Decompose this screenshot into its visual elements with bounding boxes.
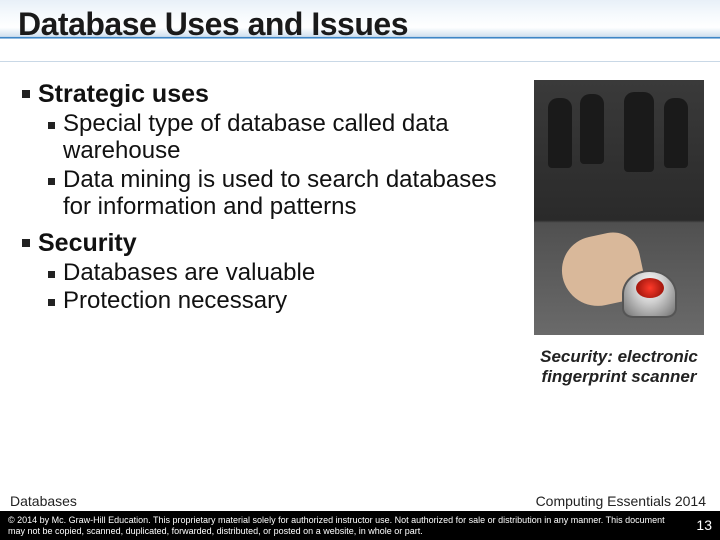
figure: Security: electronic fingerprint scanner xyxy=(534,80,704,493)
fingerprint-scanner-icon xyxy=(622,270,677,318)
figure-caption: Security: electronic fingerprint scanner xyxy=(534,347,704,388)
footer-bottom: © 2014 by Mc. Graw-Hill Education. This … xyxy=(0,511,720,540)
footer-top: Databases Computing Essentials 2014 xyxy=(0,493,720,511)
content-column: Strategic uses Special type of database … xyxy=(22,80,534,493)
heading-text: Strategic uses xyxy=(38,80,209,109)
slide: Database Uses and Issues Strategic uses … xyxy=(0,0,720,540)
bullet-icon xyxy=(48,271,55,278)
section-strategic: Strategic uses Special type of database … xyxy=(22,80,526,221)
footer-right: Computing Essentials 2014 xyxy=(536,493,706,509)
bullet-icon xyxy=(48,178,55,185)
list-item: Data mining is used to search databases … xyxy=(48,167,526,221)
title-bar: Database Uses and Issues xyxy=(0,0,720,62)
list-item: Protection necessary xyxy=(48,288,526,315)
copyright-text: © 2014 by Mc. Graw-Hill Education. This … xyxy=(8,515,665,535)
item-text: Special type of database called data war… xyxy=(63,111,526,165)
list-item: Databases are valuable xyxy=(48,260,526,287)
bullet-icon xyxy=(48,299,55,306)
item-text: Data mining is used to search databases … xyxy=(63,167,526,221)
item-text: Databases are valuable xyxy=(63,260,315,287)
person-silhouette xyxy=(664,98,688,168)
section-heading: Strategic uses xyxy=(22,80,526,109)
slide-title: Database Uses and Issues xyxy=(18,6,702,43)
footer-left: Databases xyxy=(10,493,77,509)
slide-body: Strategic uses Special type of database … xyxy=(0,62,720,493)
person-silhouette xyxy=(624,92,654,172)
bullet-icon xyxy=(22,239,30,247)
person-silhouette xyxy=(580,94,604,164)
figure-image xyxy=(534,80,704,335)
section-security: Security Databases are valuable Protecti… xyxy=(22,229,526,316)
bullet-icon xyxy=(22,90,30,98)
heading-text: Security xyxy=(38,229,137,258)
list-item: Special type of database called data war… xyxy=(48,111,526,165)
section-heading: Security xyxy=(22,229,526,258)
person-silhouette xyxy=(548,98,572,168)
page-number: 13 xyxy=(696,517,712,533)
item-text: Protection necessary xyxy=(63,288,287,315)
bullet-icon xyxy=(48,122,55,129)
